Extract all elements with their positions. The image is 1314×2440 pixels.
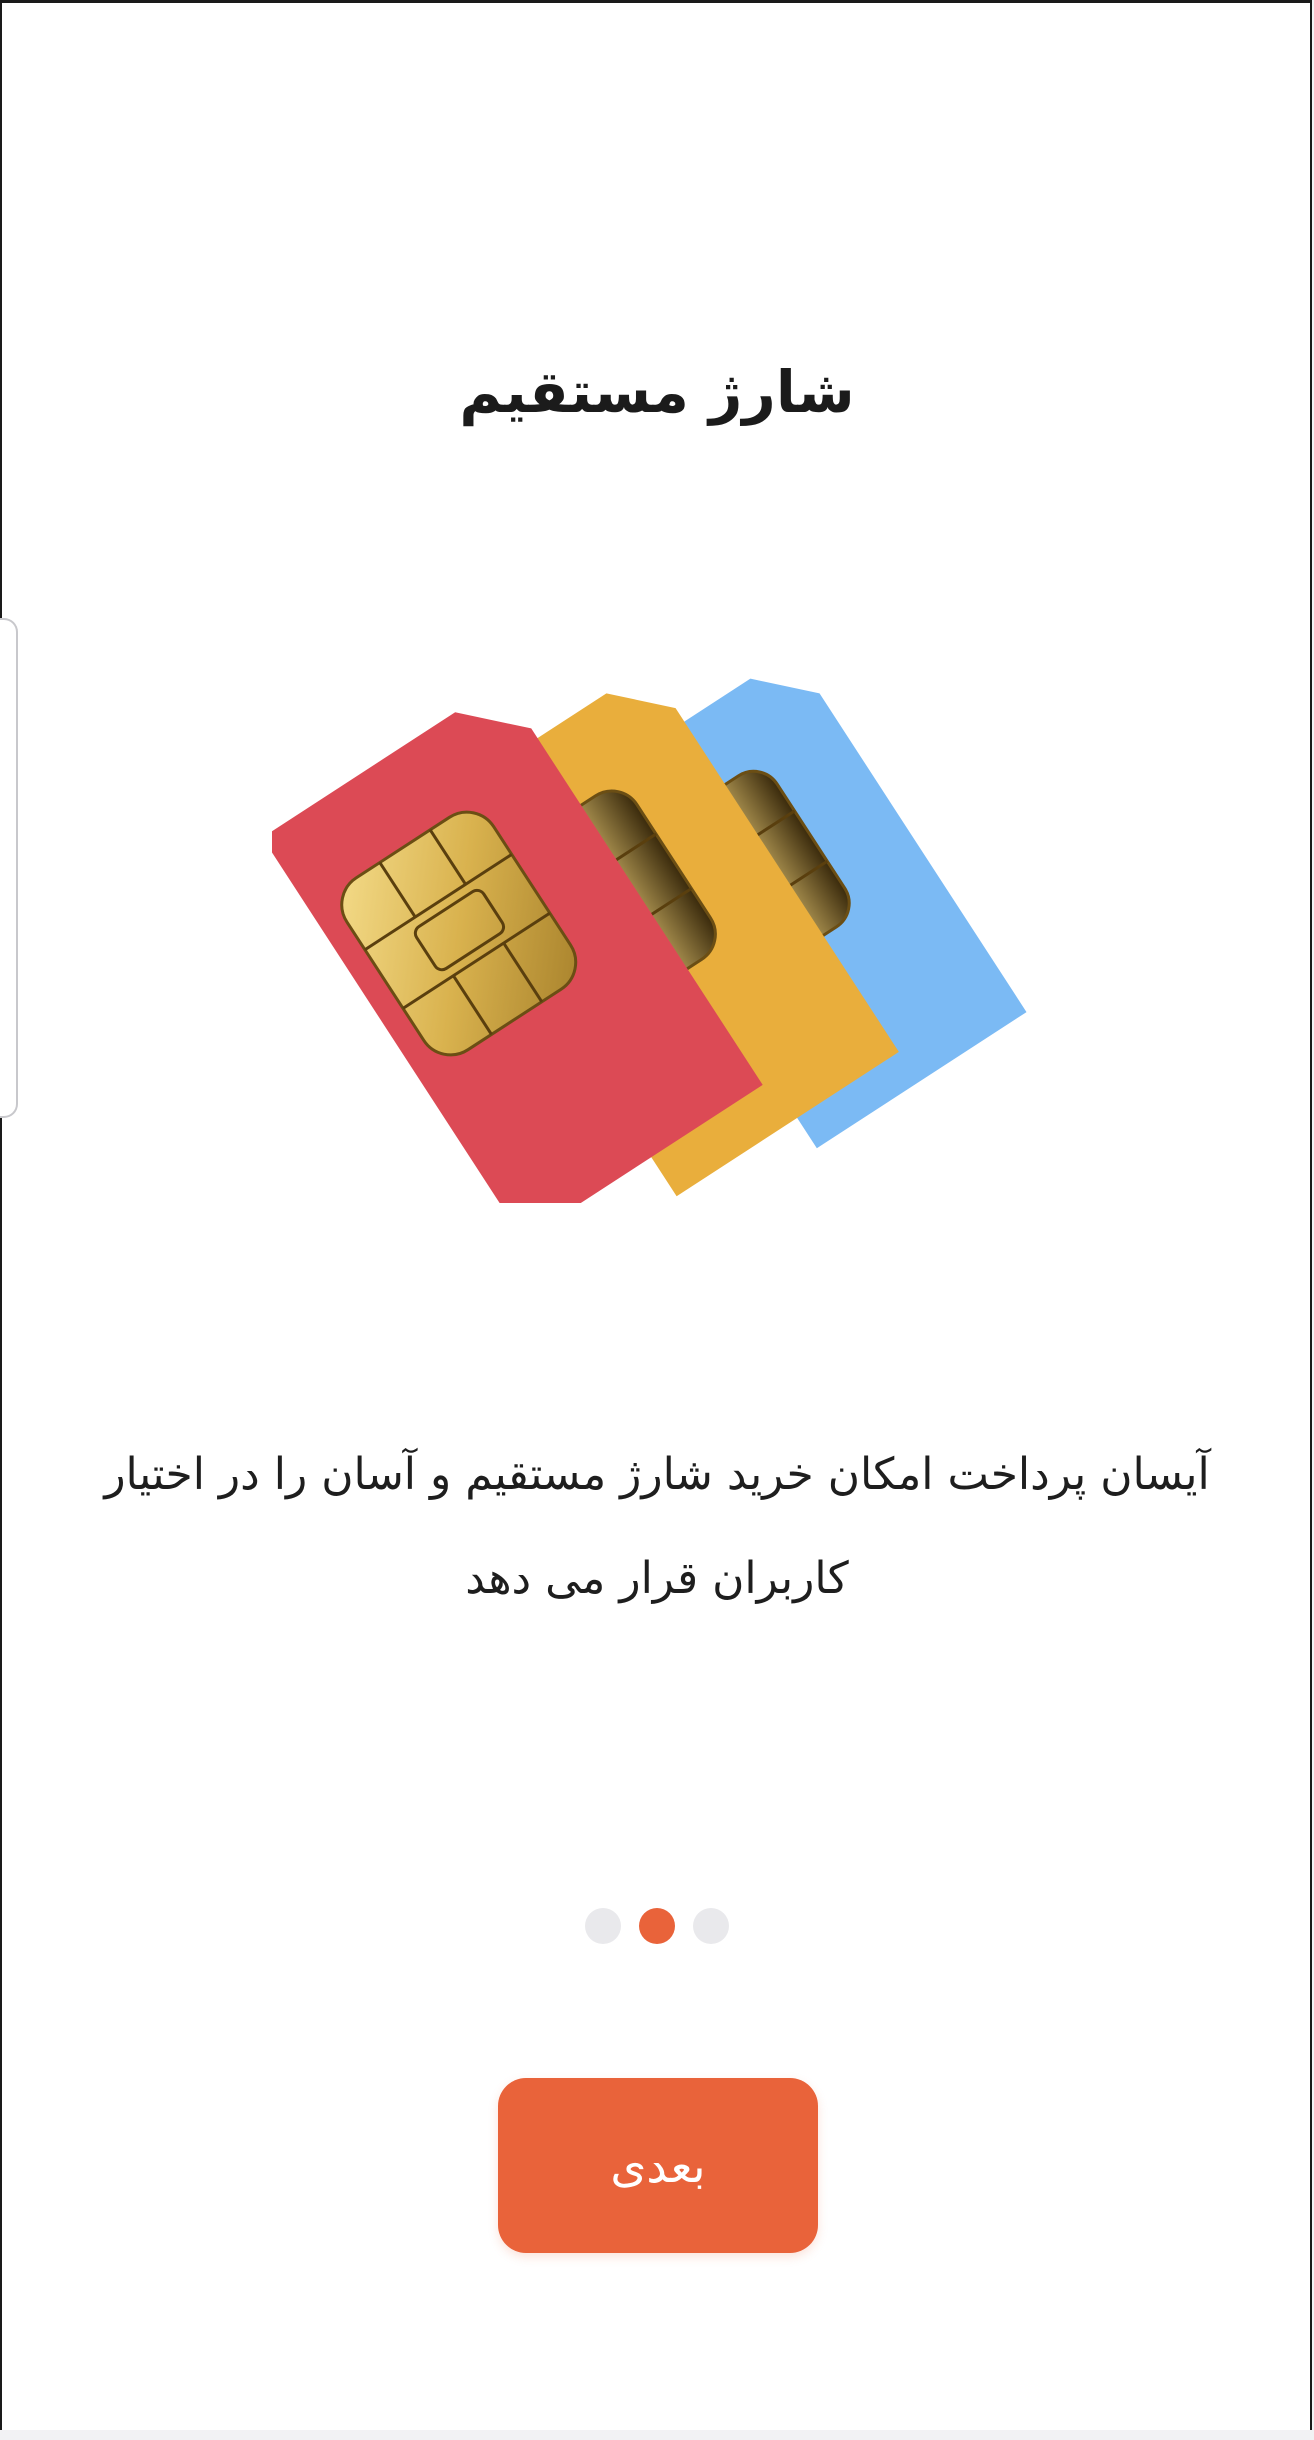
edge-panel-handle[interactable] xyxy=(0,618,18,1118)
description-text: آیسان پرداخت امکان خرید شارژ مستقیم و آس… xyxy=(104,1449,1210,1604)
onboarding-screen: شارژ مستقیم آیسان پرداخت امکان خرید شارژ… xyxy=(0,0,1312,2430)
pagination-dots xyxy=(2,1908,1312,1944)
next-button[interactable]: بعدی xyxy=(498,2078,818,2253)
sim-cards-icon xyxy=(272,678,1027,1203)
page-title: شارژ مستقیم xyxy=(459,358,855,426)
pagination-dot-active[interactable] xyxy=(639,1908,675,1944)
pagination-dot[interactable] xyxy=(693,1908,729,1944)
pagination-dot[interactable] xyxy=(585,1908,621,1944)
